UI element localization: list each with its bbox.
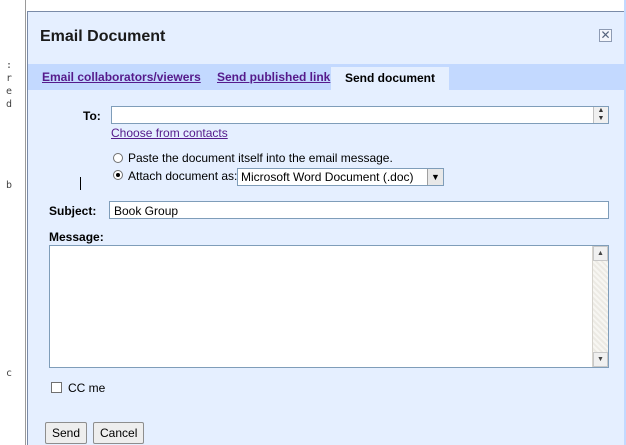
attach-format-select[interactable]: Microsoft Word Document (.doc) ▼ bbox=[237, 168, 444, 186]
send-button[interactable]: Send bbox=[45, 422, 88, 444]
dialog-title: Email Document bbox=[40, 28, 166, 45]
subject-label: Subject: bbox=[49, 204, 97, 218]
choose-from-contacts-link[interactable]: Choose from contacts bbox=[111, 126, 228, 140]
paste-document-label: Paste the document itself into the email… bbox=[128, 151, 393, 165]
tab-send-published-link[interactable]: Send published link bbox=[217, 70, 330, 84]
attach-document-label: Attach document as: bbox=[128, 169, 238, 183]
scroll-up-icon[interactable]: ▲ bbox=[593, 246, 608, 261]
scroll-down-icon[interactable]: ▼ bbox=[593, 352, 608, 367]
background-text-fragment: r bbox=[6, 73, 13, 84]
subject-field[interactable]: Book Group bbox=[109, 201, 609, 219]
attach-format-value: Microsoft Word Document (.doc) bbox=[241, 170, 414, 184]
paste-document-radio[interactable] bbox=[113, 153, 123, 163]
cc-me-label: CC me bbox=[68, 381, 106, 395]
background-text-fragment: d bbox=[6, 99, 13, 110]
message-textarea[interactable]: ▲ ▼ bbox=[49, 245, 609, 368]
background-text-fragment: b bbox=[6, 180, 13, 191]
email-document-dialog: Email Document ✕ Email collaborators/vie… bbox=[27, 11, 626, 445]
to-field[interactable]: ▲ ▼ bbox=[111, 106, 609, 124]
message-scrollbar[interactable]: ▲ ▼ bbox=[592, 246, 608, 367]
text-cursor bbox=[80, 177, 81, 190]
close-icon[interactable]: ✕ bbox=[599, 29, 612, 42]
to-label: To: bbox=[83, 109, 101, 123]
background-text-fragment: e bbox=[6, 86, 13, 97]
attach-document-radio[interactable] bbox=[113, 170, 123, 180]
background-text-fragment: : bbox=[6, 60, 13, 71]
background-text-fragment: c bbox=[6, 368, 13, 379]
tab-bar: Email collaborators/viewers Send publish… bbox=[28, 64, 626, 93]
spinner-icon[interactable]: ▲ ▼ bbox=[593, 107, 608, 123]
chevron-down-icon[interactable]: ▼ bbox=[427, 169, 443, 185]
tab-send-document[interactable]: Send document bbox=[331, 67, 450, 93]
tab-email-collaborators[interactable]: Email collaborators/viewers bbox=[42, 70, 201, 84]
cancel-button[interactable]: Cancel bbox=[93, 422, 145, 444]
message-label: Message: bbox=[49, 230, 104, 244]
cc-me-checkbox[interactable] bbox=[51, 382, 62, 393]
background-document: : r e d b c bbox=[0, 0, 26, 445]
